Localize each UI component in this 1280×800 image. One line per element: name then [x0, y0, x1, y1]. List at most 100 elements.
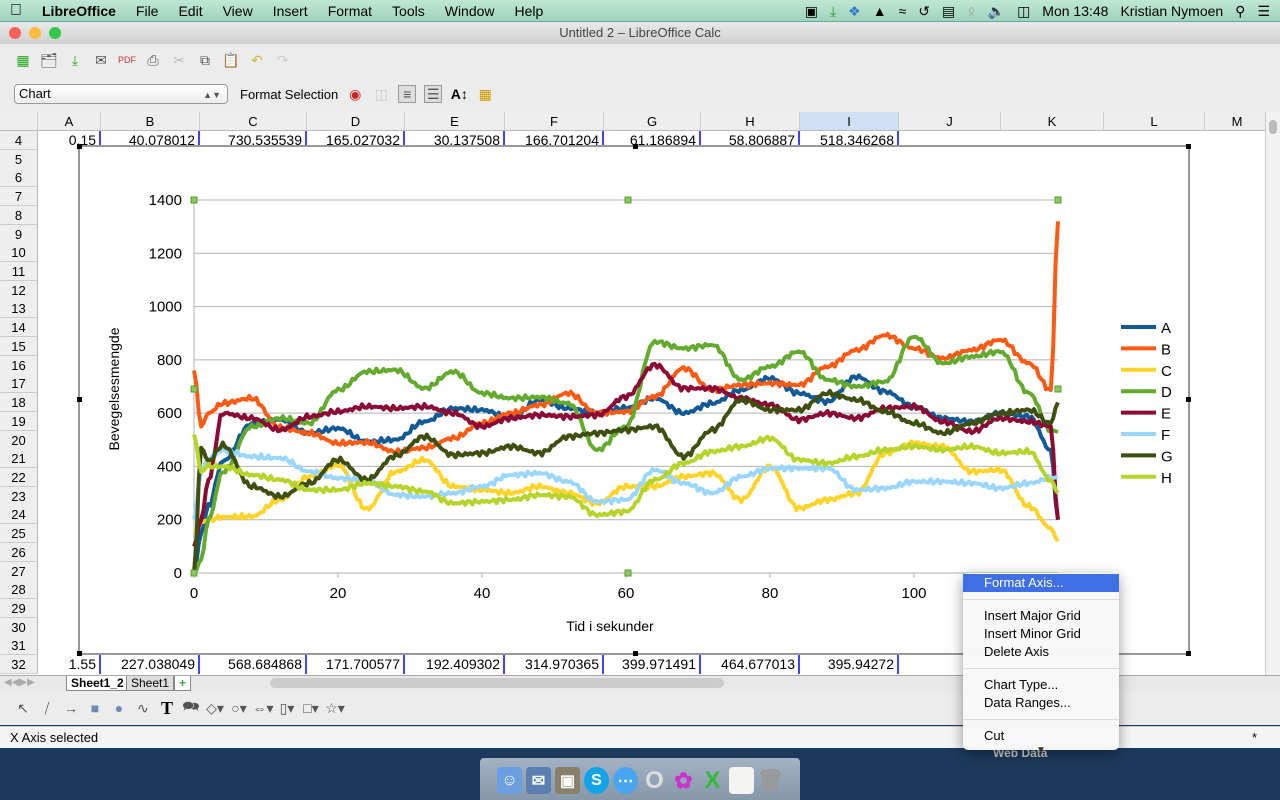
- tab-scroll-buttons[interactable]: ◀◀▶▶: [4, 677, 35, 688]
- legend-label-a[interactable]: A: [1161, 320, 1171, 337]
- time-machine-icon[interactable]: ↺: [918, 3, 930, 20]
- chart-element-select[interactable]: Chart ▲▼: [14, 84, 228, 104]
- legend-toggle-icon[interactable]: ☰: [424, 85, 443, 103]
- column-header-b[interactable]: B: [101, 112, 200, 131]
- new-document-icon[interactable]: ▦: [14, 51, 32, 69]
- ellipse-icon[interactable]: ●: [110, 699, 128, 717]
- legend-label-h[interactable]: H: [1161, 470, 1172, 487]
- notification-list-icon[interactable]: ☰: [1257, 3, 1270, 20]
- row-header-11[interactable]: 11: [0, 262, 38, 282]
- save-icon[interactable]: ⤓: [66, 51, 84, 69]
- row-header-28[interactable]: 28: [0, 580, 38, 600]
- airdisplay-icon[interactable]: ▣: [805, 3, 818, 20]
- row-header-23[interactable]: 23: [0, 486, 38, 506]
- freeform-icon[interactable]: ∿: [134, 699, 152, 717]
- copy-icon[interactable]: ⧉: [196, 51, 214, 69]
- menu-item-data-ranges[interactable]: Data Ranges...: [963, 694, 1119, 712]
- line-icon[interactable]: ⧸: [38, 699, 56, 717]
- cell-h32[interactable]: 464.677013: [701, 655, 800, 675]
- email-icon[interactable]: ✉: [92, 51, 110, 69]
- row-header-18[interactable]: 18: [0, 393, 38, 413]
- diagram-handle[interactable]: [624, 569, 632, 577]
- iphoto-icon[interactable]: ▣: [555, 767, 580, 794]
- cell-f32[interactable]: 314.970365: [505, 655, 604, 675]
- symbol-shapes-icon[interactable]: ○▾: [230, 699, 248, 717]
- row-header-5[interactable]: 5: [0, 149, 38, 169]
- menu-format[interactable]: Format: [318, 3, 382, 19]
- row-header-21[interactable]: 21: [0, 449, 38, 469]
- chart-wall-icon[interactable]: ◫: [372, 85, 390, 103]
- column-header-k[interactable]: K: [1001, 112, 1104, 131]
- y-axis-title[interactable]: Bevegelsesmengde: [106, 327, 122, 450]
- preview-icon[interactable]: ✉: [526, 767, 551, 794]
- row-header-10[interactable]: 10: [0, 243, 38, 263]
- trash-icon[interactable]: 🗑: [757, 767, 785, 794]
- format-selection-button[interactable]: Format Selection: [240, 87, 338, 102]
- cell-i32[interactable]: 395.94272: [800, 655, 899, 675]
- menu-help[interactable]: Help: [505, 3, 554, 19]
- horizontal-grids-icon[interactable]: ≡: [398, 85, 417, 103]
- row-header-24[interactable]: 24: [0, 505, 38, 525]
- resize-handle[interactable]: [1186, 651, 1191, 656]
- resize-handle[interactable]: [1186, 397, 1191, 402]
- column-header-j[interactable]: J: [899, 112, 1001, 131]
- row-header-4[interactable]: 4: [0, 131, 38, 150]
- apple-icon[interactable]: : [0, 2, 32, 20]
- messages-icon[interactable]: ⋯: [613, 767, 638, 794]
- select-all-corner[interactable]: [0, 112, 38, 131]
- diagram-handle[interactable]: [190, 385, 198, 393]
- row-header-29[interactable]: 29: [0, 599, 38, 618]
- close-window-button[interactable]: [9, 27, 21, 39]
- download-icon[interactable]: ⤓: [830, 3, 836, 20]
- legend-label-g[interactable]: G: [1161, 448, 1173, 465]
- cell-d32[interactable]: 171.700577: [307, 655, 405, 675]
- series-line-b[interactable]: [192, 221, 1060, 456]
- column-header-h[interactable]: H: [701, 112, 800, 131]
- automatic-layout-icon[interactable]: ▦: [476, 85, 494, 103]
- row-header-9[interactable]: 9: [0, 224, 38, 244]
- row-header-26[interactable]: 26: [0, 542, 38, 562]
- spotlight-icon[interactable]: ⚲: [1235, 3, 1245, 20]
- column-header-c[interactable]: C: [200, 112, 307, 131]
- cell-g32[interactable]: 399.971491: [604, 655, 701, 675]
- column-header-l[interactable]: L: [1104, 112, 1205, 131]
- menu-item-cut[interactable]: Cut: [963, 727, 1119, 745]
- open-icon[interactable]: 🗂: [40, 51, 58, 69]
- cell-c32[interactable]: 568.684868: [200, 655, 307, 675]
- menu-view[interactable]: View: [213, 3, 263, 19]
- text-icon[interactable]: T: [158, 698, 176, 718]
- flower-app-icon[interactable]: ✿: [671, 767, 696, 794]
- tab-sheet1[interactable]: Sheet1: [126, 676, 175, 691]
- row-header-12[interactable]: 12: [0, 280, 38, 300]
- vertical-scrollbar[interactable]: [1265, 112, 1280, 675]
- row-header-13[interactable]: 13: [0, 299, 38, 319]
- menu-item-format-axis[interactable]: Format Axis...: [963, 574, 1119, 592]
- row-header-16[interactable]: 16: [0, 355, 38, 375]
- finder-icon[interactable]: ☺: [497, 767, 522, 794]
- diagram-handle[interactable]: [1054, 385, 1062, 393]
- cell-b32[interactable]: 227.038049: [101, 655, 200, 675]
- column-header-g[interactable]: G: [604, 112, 701, 131]
- resize-handle[interactable]: [77, 144, 82, 149]
- basic-shapes-icon[interactable]: ◇▾: [206, 699, 224, 717]
- column-header-d[interactable]: D: [307, 112, 405, 131]
- display-icon[interactable]: ◫: [1017, 3, 1030, 20]
- row-header-19[interactable]: 19: [0, 411, 38, 431]
- tab-sheet1-2[interactable]: Sheet1_2: [66, 676, 129, 691]
- row-header-8[interactable]: 8: [0, 205, 38, 225]
- diagram-handle[interactable]: [190, 569, 198, 577]
- menu-file[interactable]: File: [126, 3, 169, 19]
- menu-tools[interactable]: Tools: [382, 3, 435, 19]
- series-line-e[interactable]: [192, 361, 1060, 548]
- scroll-thumb[interactable]: [1269, 120, 1277, 134]
- battery-icon[interactable]: ▤: [942, 3, 955, 20]
- row-header-30[interactable]: 30: [0, 617, 38, 637]
- row-header-22[interactable]: 22: [0, 467, 38, 487]
- redo-icon[interactable]: ↷: [274, 51, 292, 69]
- menu-item-delete-axis[interactable]: Delete Axis: [963, 643, 1119, 661]
- rectangle-icon[interactable]: ■: [86, 699, 104, 717]
- volume-icon[interactable]: 🔈: [988, 3, 1005, 20]
- row-header-31[interactable]: 31: [0, 636, 38, 656]
- legend-label-c[interactable]: C: [1161, 363, 1172, 380]
- row-header-6[interactable]: 6: [0, 168, 38, 188]
